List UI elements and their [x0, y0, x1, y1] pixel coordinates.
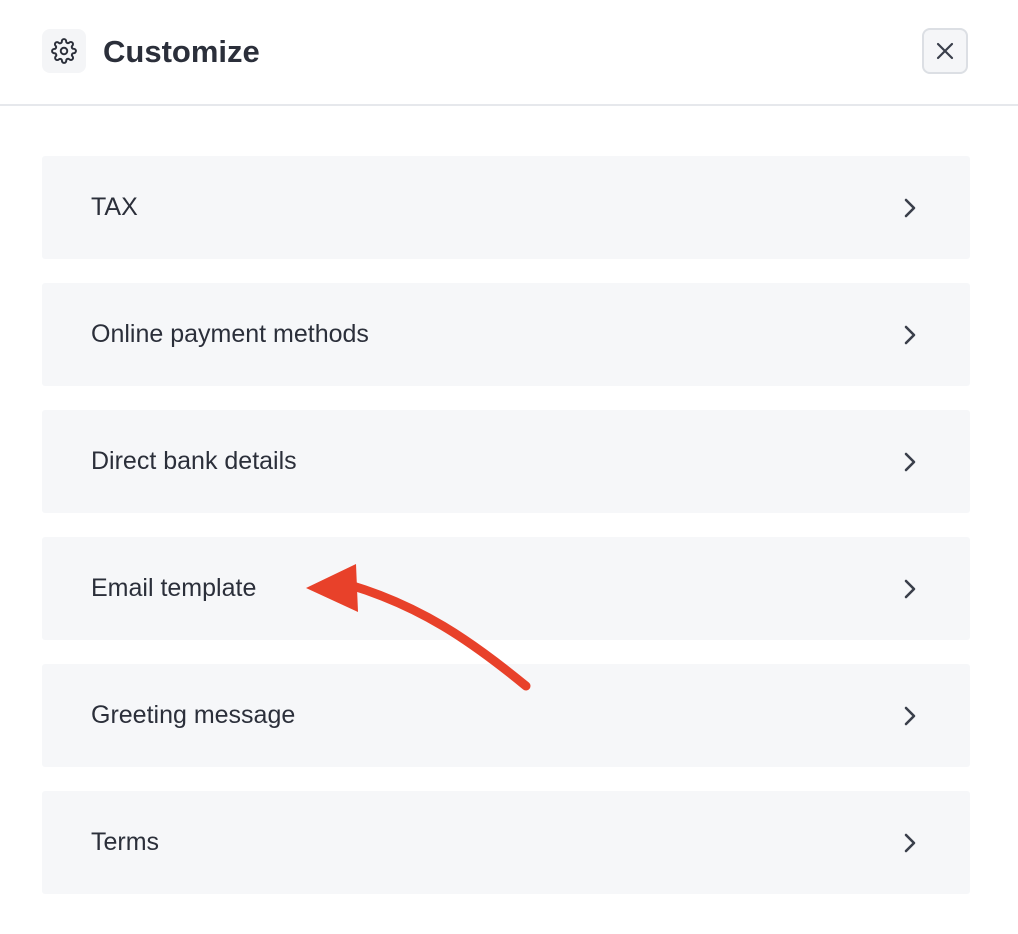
- chevron-right-icon: [904, 198, 916, 218]
- chevron-right-icon: [904, 325, 916, 345]
- close-button[interactable]: [922, 28, 968, 74]
- settings-icon-box: [42, 29, 86, 73]
- panel-header: Customize: [0, 0, 1018, 106]
- option-direct-bank-details[interactable]: Direct bank details: [42, 410, 970, 513]
- chevron-right-icon: [904, 706, 916, 726]
- page-title: Customize: [103, 34, 260, 69]
- option-label: Terms: [91, 828, 160, 856]
- chevron-right-icon: [904, 579, 916, 599]
- chevron-right-icon: [904, 452, 916, 472]
- option-label: Direct bank details: [91, 447, 297, 475]
- gear-icon: [51, 38, 77, 64]
- customize-options-list: TAX Online payment methods Direct bank d…: [42, 156, 970, 918]
- option-email-template[interactable]: Email template: [42, 537, 970, 640]
- option-label: Online payment methods: [91, 320, 369, 348]
- option-label: Email template: [91, 574, 257, 602]
- close-icon: [936, 42, 954, 60]
- option-label: TAX: [91, 193, 138, 221]
- option-label: Greeting message: [91, 701, 296, 729]
- chevron-right-icon: [904, 833, 916, 853]
- option-tax[interactable]: TAX: [42, 156, 970, 259]
- option-online-payment-methods[interactable]: Online payment methods: [42, 283, 970, 386]
- option-terms[interactable]: Terms: [42, 791, 970, 894]
- option-greeting-message[interactable]: Greeting message: [42, 664, 970, 767]
